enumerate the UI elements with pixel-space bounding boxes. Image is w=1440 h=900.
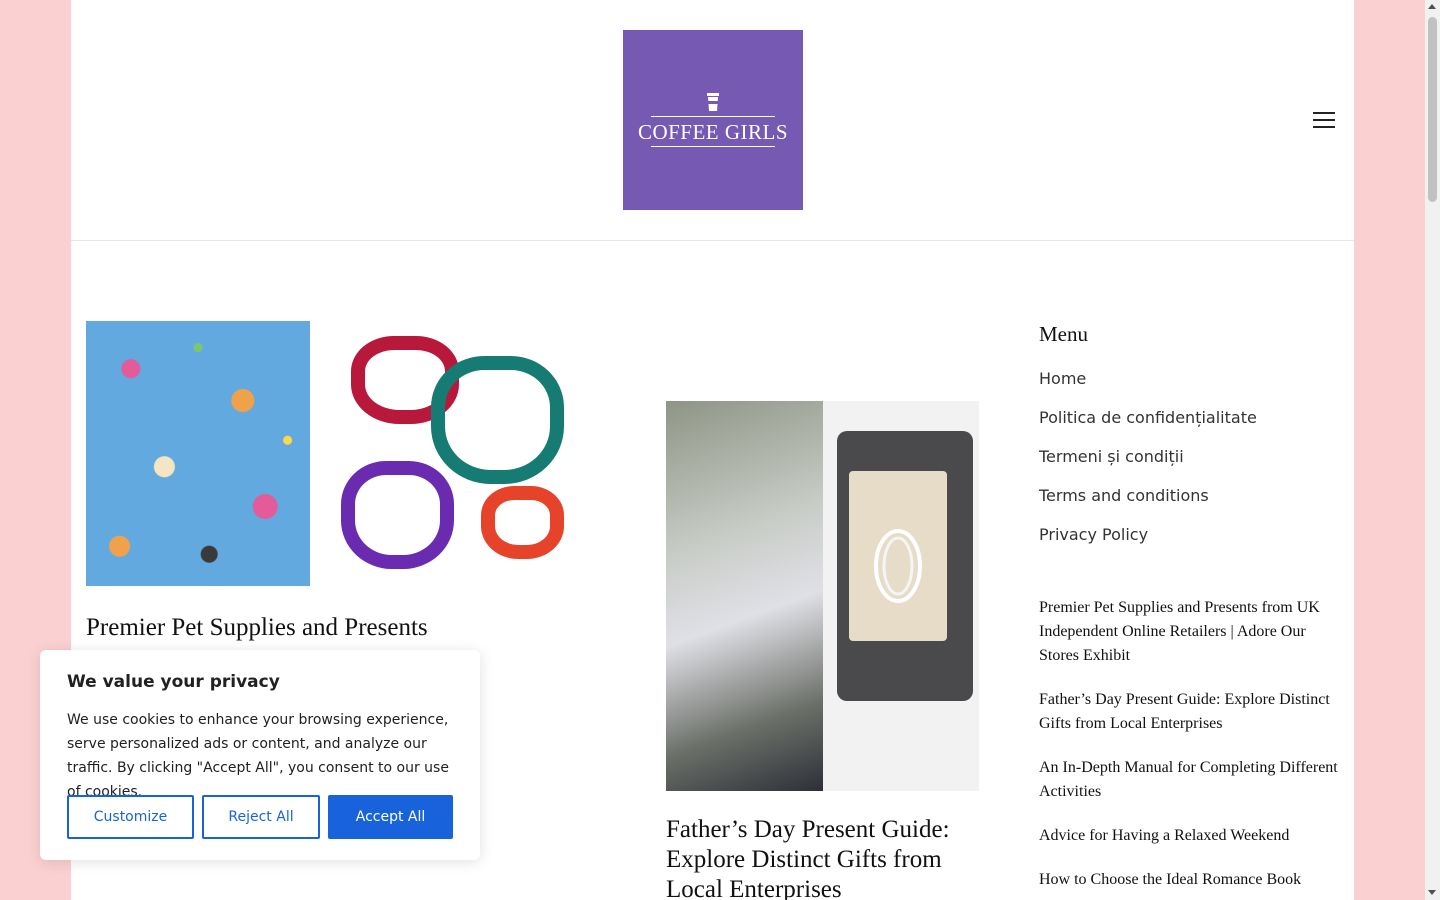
reject-all-button[interactable]: Reject All: [202, 795, 320, 839]
cable-coil: [874, 529, 922, 603]
teal-harness-image: [431, 356, 564, 484]
phone-pouch-photo: [823, 401, 979, 791]
purple-harness-image: [341, 461, 454, 569]
customize-button[interactable]: Customize: [67, 795, 194, 839]
recent-post-link[interactable]: Premier Pet Supplies and Presents from U…: [1039, 596, 1339, 668]
cookie-title: We value your privacy: [67, 672, 280, 692]
logo-rule-bottom: [651, 145, 775, 147]
site-logo[interactable]: COFFEE GIRLS: [623, 30, 803, 210]
cookie-consent-banner: We value your privacy We use cookies to …: [40, 650, 480, 860]
recent-post-link[interactable]: How to Choose the Ideal Romance Book: [1039, 868, 1339, 892]
sidebar-item-termeni[interactable]: Termeni și condiții: [1039, 446, 1339, 468]
post-title-fathers-day[interactable]: Father’s Day Present Guide: Explore Dist…: [666, 815, 986, 900]
recent-posts-list: Premier Pet Supplies and Presents from U…: [1039, 596, 1339, 892]
post-image-pet-supplies[interactable]: [86, 321, 576, 586]
post-title-pet-supplies[interactable]: Premier Pet Supplies and Presents: [86, 610, 556, 646]
post-image-fathers-day[interactable]: [666, 401, 979, 791]
orange-harness-image: [481, 486, 564, 559]
sidebar-item-terms[interactable]: Terms and conditions: [1039, 485, 1339, 507]
cookie-button-group: Customize Reject All Accept All: [67, 795, 453, 839]
sidebar-heading: Menu: [1039, 322, 1088, 346]
sidebar-item-privacy[interactable]: Privacy Policy: [1039, 524, 1339, 546]
sidebar-menu: Home Politica de confidențialitate Terme…: [1039, 368, 1339, 546]
dog-giftwrap-image: [86, 321, 310, 586]
accept-all-button[interactable]: Accept All: [328, 795, 453, 839]
page-scrollbar[interactable]: [1425, 0, 1440, 900]
recent-post-link[interactable]: Advice for Having a Relaxed Weekend: [1039, 824, 1339, 848]
scroll-up-icon[interactable]: [1428, 4, 1436, 9]
recent-post-link[interactable]: An In-Depth Manual for Completing Differ…: [1039, 756, 1339, 804]
sidebar-item-home[interactable]: Home: [1039, 368, 1339, 390]
sidebar-item-politica[interactable]: Politica de confidențialitate: [1039, 407, 1339, 429]
scrollbar-thumb[interactable]: [1428, 17, 1437, 202]
cookie-text: We use cookies to enhance your browsing …: [67, 712, 449, 800]
scroll-down-icon[interactable]: [1428, 890, 1436, 895]
recent-post-link[interactable]: Father’s Day Present Guide: Explore Dist…: [1039, 688, 1339, 736]
sidebar: Menu Home Politica de confidențialitate …: [1039, 320, 1339, 900]
logo-text: COFFEE GIRLS: [637, 119, 789, 144]
logo-rule-top: [651, 115, 775, 117]
hamburger-icon[interactable]: [1313, 112, 1335, 128]
coffee-cup-icon: [707, 92, 719, 111]
site-header: COFFEE GIRLS: [71, 0, 1354, 241]
person-photo: [666, 401, 823, 791]
